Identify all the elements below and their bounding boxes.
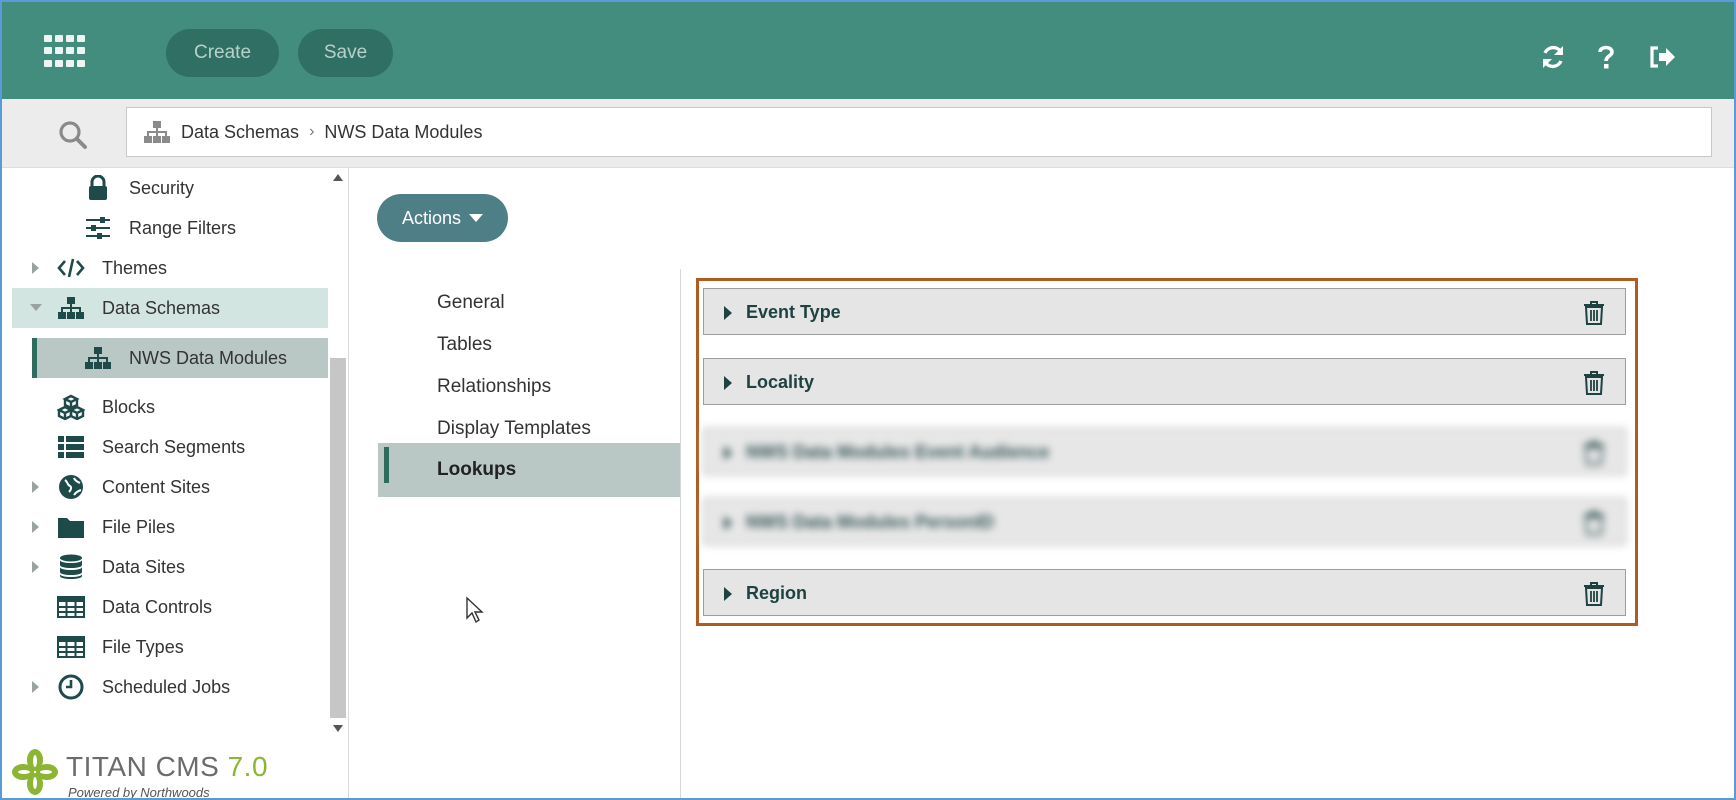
schema-subnav: General Tables Relationships Display Tem… xyxy=(378,269,681,798)
caret-down-icon xyxy=(469,214,484,222)
sidebar-item-data-controls[interactable]: Data Controls xyxy=(2,587,328,627)
sidebar-item-data-sites[interactable]: Data Sites xyxy=(2,547,328,587)
cubes-icon xyxy=(57,393,85,421)
expand-arrow-icon[interactable] xyxy=(724,376,732,390)
expand-arrow-icon[interactable] xyxy=(724,587,732,601)
breadcrumb-bar: Data Schemas › NWS Data Modules xyxy=(2,99,1734,168)
lookup-personid[interactable]: NWS Data Modules PersonID xyxy=(703,498,1626,545)
sidebar-item-themes[interactable]: Themes xyxy=(2,248,328,288)
save-button[interactable]: Save xyxy=(298,29,393,77)
brand-name: TITAN CMS 7.0 xyxy=(66,751,269,782)
collapse-arrow-icon[interactable] xyxy=(30,304,42,311)
breadcrumb-item-nws-data-modules[interactable]: NWS Data Modules xyxy=(324,122,482,143)
hierarchy-icon xyxy=(57,294,85,322)
trash-icon[interactable] xyxy=(1583,371,1605,395)
expand-arrow-icon[interactable] xyxy=(32,262,39,274)
help-icon[interactable] xyxy=(1589,40,1623,74)
expand-arrow-icon[interactable] xyxy=(724,306,732,320)
lookup-region[interactable]: Region xyxy=(703,569,1626,616)
lookup-event-type[interactable]: Event Type xyxy=(703,288,1626,335)
sidebar-item-search-segments[interactable]: Search Segments xyxy=(2,427,328,467)
sidebar-item-data-schemas[interactable]: Data Schemas xyxy=(12,288,328,328)
search-icon[interactable] xyxy=(57,119,89,151)
app-window: Create Save Data Schemas › NWS Data Modu… xyxy=(0,0,1736,800)
sidebar-item-nws-data-modules[interactable]: NWS Data Modules xyxy=(32,338,328,378)
lookup-event-audience[interactable]: NWS Data Modules Event Audience xyxy=(703,428,1626,475)
expand-arrow-icon[interactable] xyxy=(32,681,39,693)
sidebar-item-file-types[interactable]: File Types xyxy=(2,627,328,667)
scroll-up-icon[interactable] xyxy=(333,174,343,181)
expand-arrow-icon[interactable] xyxy=(32,481,39,493)
folder-icon xyxy=(57,513,85,541)
chevron-right-icon: › xyxy=(309,123,315,140)
nav-tables[interactable]: Tables xyxy=(378,324,680,366)
trash-icon[interactable] xyxy=(1583,582,1605,606)
nav-general[interactable]: General xyxy=(378,282,680,324)
list-icon xyxy=(57,433,85,461)
clover-logo-icon xyxy=(12,749,58,795)
brand-tagline: Powered by Northwoods xyxy=(68,785,210,800)
logout-icon[interactable] xyxy=(1645,40,1679,74)
hierarchy-icon xyxy=(84,344,112,372)
scroll-down-icon[interactable] xyxy=(333,725,343,732)
nav-lookups[interactable]: Lookups xyxy=(378,443,680,497)
nav-relationships[interactable]: Relationships xyxy=(378,366,680,408)
sidebar-item-scheduled-jobs[interactable]: Scheduled Jobs xyxy=(2,667,328,707)
globe-icon xyxy=(57,473,85,501)
clock-icon xyxy=(57,673,85,701)
breadcrumb-item-data-schemas[interactable]: Data Schemas xyxy=(181,122,299,143)
hierarchy-icon xyxy=(143,120,171,144)
lock-icon xyxy=(84,174,112,202)
lookup-locality[interactable]: Locality xyxy=(703,358,1626,405)
trash-icon[interactable] xyxy=(1583,441,1605,465)
mouse-cursor-icon xyxy=(466,596,484,624)
brand-logo: TITAN CMS 7.0 Powered by Northwoods xyxy=(10,745,340,800)
sidebar-item-content-sites[interactable]: Content Sites xyxy=(2,467,328,507)
breadcrumb: Data Schemas › NWS Data Modules xyxy=(126,107,1712,157)
expand-arrow-icon[interactable] xyxy=(724,516,732,530)
trash-icon[interactable] xyxy=(1583,301,1605,325)
table-icon xyxy=(57,593,85,621)
sidebar-item-file-piles[interactable]: File Piles xyxy=(2,507,328,547)
scroll-thumb[interactable] xyxy=(330,358,346,718)
expand-arrow-icon[interactable] xyxy=(32,521,39,533)
expand-arrow-icon[interactable] xyxy=(724,446,732,460)
top-header: Create Save xyxy=(2,2,1734,99)
actions-dropdown-button[interactable]: Actions xyxy=(377,194,508,242)
database-icon xyxy=(57,553,85,581)
sidebar-item-blocks[interactable]: Blocks xyxy=(2,387,328,427)
sidebar-scrollbar[interactable] xyxy=(328,168,348,738)
code-icon xyxy=(57,254,85,282)
sidebar-item-security[interactable]: Security xyxy=(2,168,328,208)
refresh-icon[interactable] xyxy=(1536,40,1570,74)
sliders-icon xyxy=(84,214,112,242)
sidebar: Security Range Filters Themes Data Schem… xyxy=(2,168,349,800)
selection-indicator xyxy=(32,338,37,378)
create-button[interactable]: Create xyxy=(166,29,279,77)
apps-grid-icon[interactable] xyxy=(44,35,85,69)
trash-icon[interactable] xyxy=(1583,511,1605,535)
sidebar-item-range-filters[interactable]: Range Filters xyxy=(2,208,328,248)
table-icon xyxy=(57,633,85,661)
expand-arrow-icon[interactable] xyxy=(32,561,39,573)
